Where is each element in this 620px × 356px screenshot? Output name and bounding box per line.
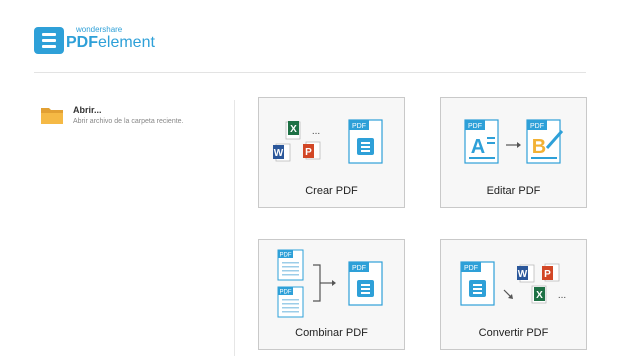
svg-text:PDF: PDF	[280, 253, 292, 259]
pdf-document-icon: PDF	[348, 119, 383, 164]
powerpoint-icon: P	[305, 147, 312, 158]
excel-icon: X	[536, 290, 543, 301]
convert-pdf-icon: PDF W P X ...	[460, 261, 566, 306]
word-icon: W	[274, 148, 284, 159]
combine-pdf-label: Combinar PDF	[295, 327, 368, 339]
create-pdf-tile[interactable]: X ... W P PDF Crear PDF	[258, 97, 405, 208]
small-pdf-document-icon: PDF	[277, 249, 304, 281]
pdf-document-a-icon: PDF A	[464, 119, 499, 164]
merge-bracket-icon	[313, 264, 336, 302]
svg-text:B: B	[532, 136, 546, 158]
open-file-button[interactable]: Abrir... Abrir archivo de la carpeta rec…	[40, 102, 225, 132]
menu-icon[interactable]	[34, 27, 64, 54]
edit-pdf-icon: PDF A PDF B	[464, 119, 564, 164]
word-icon: W	[518, 269, 528, 280]
open-title: Abrir...	[73, 105, 102, 115]
folder-icon	[41, 108, 63, 124]
ellipsis: ...	[558, 290, 566, 301]
svg-text:PDF: PDF	[530, 123, 544, 130]
create-pdf-label: Crear PDF	[305, 185, 358, 197]
convert-pdf-label: Convertir PDF	[478, 327, 549, 339]
svg-text:PDF: PDF	[280, 290, 292, 296]
arrow-right-icon	[506, 142, 521, 148]
small-pdf-document-icon: PDF	[277, 286, 304, 318]
powerpoint-icon: P	[544, 269, 551, 280]
pdf-document-icon: PDF	[348, 261, 383, 306]
app-logo: PDFelement	[66, 34, 155, 51]
pdf-document-icon: PDF	[460, 261, 495, 306]
pdf-document-b-icon: PDF B	[526, 119, 564, 164]
svg-text:PDF: PDF	[352, 123, 366, 130]
combine-pdf-tile[interactable]: PDF PDF PDF Combinar PDF	[258, 239, 405, 350]
svg-text:PDF: PDF	[464, 265, 478, 272]
column-divider	[234, 100, 235, 356]
excel-icon: X	[290, 124, 297, 135]
app-header: wondershare PDFelement	[0, 0, 620, 72]
edit-pdf-label: Editar PDF	[486, 185, 541, 197]
edit-pdf-tile[interactable]: PDF A PDF B Editar PDF	[440, 97, 587, 208]
combine-pdf-icon: PDF PDF PDF	[277, 249, 383, 318]
svg-text:PDF: PDF	[468, 123, 482, 130]
brand-vendor: wondershare	[76, 25, 123, 34]
create-pdf-icon: X ... W P PDF	[273, 119, 383, 164]
svg-text:PDF: PDF	[352, 265, 366, 272]
convert-pdf-tile[interactable]: PDF W P X ... Convertir PDF	[440, 239, 587, 350]
open-subtitle: Abrir archivo de la carpeta reciente.	[73, 118, 184, 125]
header-divider	[34, 72, 586, 73]
ellipsis: ...	[312, 126, 320, 137]
arrow-down-right-icon	[503, 289, 513, 299]
svg-text:A: A	[471, 136, 485, 158]
